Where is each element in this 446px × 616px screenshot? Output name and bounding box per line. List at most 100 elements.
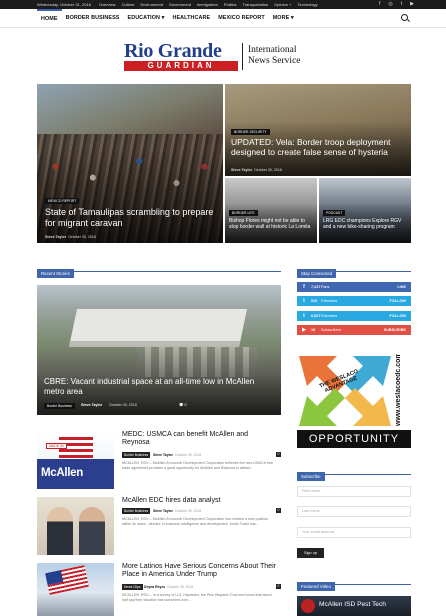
story-excerpt: MCALLEN, RGV – In a survey of U.S. Hispa… bbox=[122, 593, 272, 603]
social-label: Fans bbox=[321, 285, 330, 289]
search-icon[interactable] bbox=[401, 14, 408, 21]
logo-name: Rio Grande bbox=[124, 40, 222, 62]
featured-video-player[interactable]: McAllen ISD Pest Tech bbox=[297, 596, 411, 616]
logo-tagline-line: News Service bbox=[248, 56, 301, 66]
comment-count-value: 0 bbox=[184, 403, 187, 407]
top-link[interactable]: Opinion + bbox=[274, 2, 291, 7]
site-logo[interactable]: Rio Grande GUARDIAN International News S… bbox=[124, 41, 324, 74]
youtube-counter[interactable]: ▶ 18 Subscribers SUBSCRIBE bbox=[297, 325, 411, 335]
top-link[interactable]: Politics bbox=[224, 2, 237, 7]
story-thumbnail[interactable] bbox=[37, 563, 114, 616]
author-name[interactable]: Steve Taylor bbox=[231, 168, 252, 172]
top-link[interactable]: Technology bbox=[297, 2, 317, 7]
category-badge[interactable]: Border Business bbox=[122, 508, 151, 514]
top-link[interactable]: Overview bbox=[99, 2, 116, 7]
channel-avatar bbox=[301, 599, 315, 613]
top-link[interactable]: Culture bbox=[122, 2, 135, 7]
hero-title[interactable]: LRG EDC champions Explore RGV and a new … bbox=[323, 218, 409, 230]
follow-button[interactable]: FOLLOW bbox=[390, 314, 406, 318]
recent-stories-header: Recent Stories bbox=[37, 262, 281, 278]
twitter-icon[interactable]: t bbox=[401, 1, 402, 7]
instagram-icon[interactable]: ◎ bbox=[388, 1, 392, 7]
like-button[interactable]: LIKE bbox=[397, 285, 406, 289]
author-name[interactable]: Steve Taylor bbox=[81, 403, 102, 407]
author-name[interactable]: Steve Taylor bbox=[153, 453, 173, 457]
follow-button[interactable]: FOLLOW bbox=[390, 299, 406, 303]
top-link[interactable]: Transportation bbox=[243, 2, 269, 7]
category-badge[interactable]: MEXICO REPORT bbox=[45, 198, 80, 204]
hero-title[interactable]: UPDATED: Vela: Border troop deployment d… bbox=[231, 137, 407, 157]
logo-subname: GUARDIAN bbox=[124, 61, 238, 71]
author-name[interactable]: Deyna Reyes bbox=[144, 585, 165, 589]
twitter-counter[interactable]: t 6,827 Followers FOLLOW bbox=[297, 311, 411, 321]
hero-title[interactable]: Bishop Flores might not be able to stop … bbox=[229, 218, 315, 230]
author-name[interactable]: Steve Taylor bbox=[45, 235, 66, 239]
facebook-icon: f bbox=[303, 284, 305, 290]
post-date: October 30, 2018 bbox=[254, 168, 282, 172]
comment-count[interactable]: 0 bbox=[276, 508, 281, 513]
list-item[interactable]: More Latinos Have Serious Concerns About… bbox=[37, 563, 281, 616]
nav-education[interactable]: EDUCATION ▾ bbox=[124, 9, 169, 28]
twitter-counter[interactable]: t 910 Followers FOLLOW bbox=[297, 296, 411, 306]
top-link[interactable]: Immigration bbox=[197, 2, 218, 7]
story-title[interactable]: MEDC: USMCA can benefit McAllen and Reyn… bbox=[122, 431, 277, 448]
social-label: Subscribers bbox=[321, 328, 342, 332]
nav-border-business[interactable]: BORDER BUSINESS bbox=[62, 9, 124, 28]
category-badge[interactable]: PODCAST bbox=[323, 210, 346, 216]
social-count: 7,227 bbox=[311, 285, 321, 289]
top-link[interactable]: Environment bbox=[140, 2, 162, 7]
social-label: Followers bbox=[321, 299, 338, 303]
story-title[interactable]: McAllen EDC hires data analyst bbox=[122, 497, 277, 505]
section-title: Featured Video bbox=[297, 582, 335, 591]
story-thumbnail[interactable] bbox=[37, 497, 114, 555]
thumb-stamp: MADE IN bbox=[46, 443, 67, 449]
youtube-icon: ▶ bbox=[302, 327, 306, 333]
facebook-icon[interactable]: f bbox=[379, 1, 380, 7]
comment-count[interactable]: 💬 0 bbox=[179, 403, 186, 407]
category-badge[interactable]: BORDER LIFE bbox=[229, 210, 258, 216]
featured-story[interactable]: CBRE: Vacant industrial space at an all-… bbox=[37, 285, 281, 415]
hero-story-1[interactable]: MEXICO REPORT State of Tamaulipas scramb… bbox=[37, 84, 223, 243]
category-badge[interactable]: Border Business bbox=[122, 452, 151, 458]
list-item[interactable]: MADE IN McAllen MEDC: USMCA can benefit … bbox=[37, 431, 281, 489]
category-badge[interactable]: Border Business bbox=[44, 403, 75, 409]
category-badge[interactable]: News Clips bbox=[122, 584, 143, 590]
video-title[interactable]: McAllen ISD Pest Tech bbox=[319, 601, 386, 608]
hero-story-3[interactable]: BORDER LIFE Bishop Flores might not be a… bbox=[225, 178, 317, 243]
top-social-icons: f ◎ t ▶ bbox=[379, 1, 414, 7]
author-name[interactable]: Steve Taylor bbox=[153, 509, 173, 513]
hero-title[interactable]: State of Tamaulipas scrambling to prepar… bbox=[45, 207, 217, 229]
first-name-field[interactable]: First name bbox=[297, 486, 411, 497]
list-item[interactable]: McAllen EDC hires data analyst Border Bu… bbox=[37, 497, 281, 555]
hero-meta: Steve Taylor October 30, 2018 bbox=[231, 168, 282, 172]
section-title: Stay Connected bbox=[297, 269, 337, 278]
social-label: Followers bbox=[321, 314, 338, 318]
email-field[interactable]: Your email address bbox=[297, 527, 411, 538]
nav-mexico-report[interactable]: MEXICO REPORT bbox=[214, 9, 269, 28]
category-badge[interactable]: BORDER SECURITY bbox=[231, 129, 270, 135]
hero-story-4[interactable]: PODCAST LRG EDC champions Explore RGV an… bbox=[319, 178, 411, 243]
nav-healthcare[interactable]: HEALTHCARE bbox=[168, 9, 214, 28]
youtube-icon[interactable]: ▶ bbox=[410, 1, 414, 7]
top-link[interactable]: Government bbox=[169, 2, 191, 7]
sign-up-button[interactable]: Sign up bbox=[297, 548, 324, 558]
story-thumbnail[interactable]: MADE IN McAllen bbox=[37, 431, 114, 489]
facebook-counter[interactable]: f 7,227 Fans LIKE bbox=[297, 282, 411, 292]
weslaco-ad-banner[interactable]: THE WESLACO ADVANTAGE www.weslacoedc.com… bbox=[297, 354, 411, 450]
comment-count[interactable]: 0 bbox=[276, 452, 281, 457]
nav-home[interactable]: HOME bbox=[37, 9, 62, 28]
comment-count[interactable]: 0 bbox=[276, 584, 281, 589]
social-count: 18 bbox=[311, 328, 316, 332]
story-title[interactable]: More Latinos Have Serious Concerns About… bbox=[122, 563, 277, 580]
subscribe-button[interactable]: SUBSCRIBE bbox=[384, 328, 406, 332]
twitter-icon: t bbox=[303, 298, 305, 304]
social-count: 910 bbox=[311, 299, 318, 303]
top-bar: Wednesday, October 31, 2018 Overview Cul… bbox=[0, 0, 446, 9]
feature-title[interactable]: CBRE: Vacant industrial space at an all-… bbox=[44, 377, 274, 397]
main-nav: HOME BORDER BUSINESS EDUCATION ▾ HEALTHC… bbox=[0, 9, 446, 28]
hero-story-2[interactable]: BORDER SECURITY UPDATED: Vela: Border tr… bbox=[225, 84, 411, 176]
last-name-field[interactable]: Last name bbox=[297, 506, 411, 517]
ad-slogan: OPPORTUNITY bbox=[297, 430, 411, 448]
logo-divider bbox=[242, 43, 243, 70]
nav-more[interactable]: MORE ▾ bbox=[269, 9, 298, 28]
